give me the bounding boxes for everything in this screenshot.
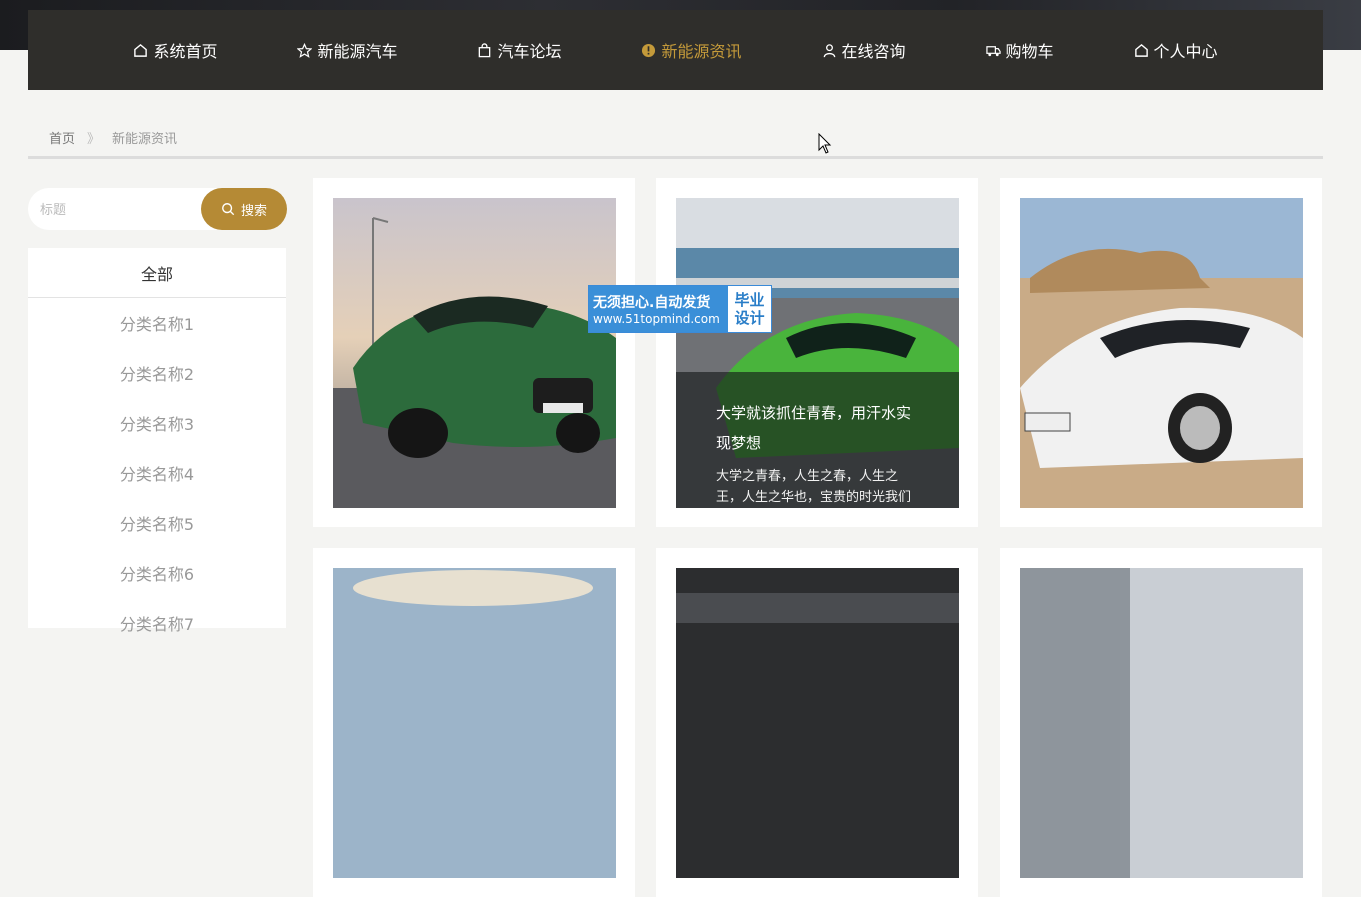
- category-item[interactable]: 分类名称3: [28, 398, 286, 448]
- category-all[interactable]: 全部: [28, 248, 286, 298]
- breadcrumb: 首页 》 新能源资讯: [28, 118, 1323, 159]
- nav-label: 在线咨询: [841, 42, 906, 61]
- category-item[interactable]: 分类名称5: [28, 498, 286, 548]
- watermark-right: 毕业设计: [728, 286, 771, 332]
- mouse-cursor-icon: [818, 133, 832, 154]
- home-icon: [134, 43, 148, 57]
- news-card[interactable]: [313, 178, 635, 527]
- news-card[interactable]: [1000, 548, 1322, 897]
- news-card[interactable]: [656, 548, 978, 897]
- news-card-hover-overlay: 大学就该抓住青春，用汗水实现梦想 大学之青春，人生之春，人生之王，人生之华也，宝…: [676, 372, 959, 508]
- nav-label: 个人中心: [1153, 42, 1218, 61]
- news-image-sky: [333, 568, 616, 878]
- category-item[interactable]: 分类名称2: [28, 348, 286, 398]
- home-icon: [1134, 43, 1148, 57]
- truck-icon: [985, 45, 1001, 56]
- news-card[interactable]: 大学就该抓住青春，用汗水实现梦想 大学之青春，人生之春，人生之王，人生之华也，宝…: [656, 178, 978, 527]
- search-bar: 搜索: [28, 188, 287, 230]
- nav-item-cars[interactable]: 新能源汽车: [297, 38, 397, 62]
- nav-item-cart[interactable]: 购物车: [985, 38, 1054, 62]
- news-image-dark: [676, 568, 959, 878]
- category-item[interactable]: 分类名称6: [28, 548, 286, 598]
- news-image-green-supercar: 大学就该抓住青春，用汗水实现梦想 大学之青春，人生之春，人生之王，人生之华也，宝…: [676, 198, 959, 508]
- news-card[interactable]: [313, 548, 635, 897]
- watermark-badge: 无须担心.自动发货 www.51topmind.com 毕业设计: [588, 285, 772, 333]
- category-item[interactable]: 分类名称1: [28, 298, 286, 348]
- category-item[interactable]: 分类名称4: [28, 448, 286, 498]
- search-button-label: 搜索: [240, 203, 267, 219]
- nav-label: 系统首页: [153, 42, 218, 61]
- bag-icon: [479, 42, 491, 57]
- star-icon: [297, 42, 313, 58]
- watermark-line2: www.51topmind.com: [593, 312, 720, 326]
- nav-item-home[interactable]: 系统首页: [133, 38, 217, 62]
- nav-item-profile[interactable]: 个人中心: [1134, 38, 1218, 62]
- user-icon: [823, 43, 835, 57]
- nav-label: 新能源汽车: [317, 42, 398, 61]
- search-button[interactable]: 搜索: [201, 188, 287, 230]
- nav-item-forum[interactable]: 汽车论坛: [477, 38, 561, 62]
- watermark-line1: 无须担心.自动发货: [593, 295, 711, 311]
- top-navbar: 系统首页 新能源汽车 汽车论坛 新能源资讯 在线咨询 购物车 个人中心: [28, 10, 1323, 90]
- nav-label: 新能源资讯: [661, 42, 742, 61]
- news-title[interactable]: 大学就该抓住青春，用汗水实现梦想: [716, 398, 916, 458]
- nav-label: 汽车论坛: [497, 42, 562, 61]
- category-item[interactable]: 分类名称7: [28, 598, 286, 648]
- breadcrumb-current: 新能源资讯: [112, 131, 178, 147]
- breadcrumb-separator: 》: [87, 131, 101, 147]
- nav-label: 购物车: [1005, 42, 1054, 61]
- news-image-white-sedan: [1020, 198, 1303, 508]
- news-summary: 大学之青春，人生之春，人生之王，人生之华也，宝贵的时光我们理当去珍惜。然而，当我…: [716, 469, 912, 505]
- category-panel: 全部 分类名称1 分类名称2 分类名称3 分类名称4 分类名称5 分类名称6 分…: [28, 248, 286, 634]
- nav-item-consult[interactable]: 在线咨询: [822, 38, 906, 62]
- news-card[interactable]: [1000, 178, 1322, 527]
- search-icon: [222, 203, 235, 216]
- breadcrumb-home[interactable]: 首页: [49, 128, 75, 147]
- search-input[interactable]: [38, 199, 202, 221]
- news-image-green-sports-car: [333, 198, 616, 508]
- news-image-building: [1020, 568, 1303, 878]
- info-icon: [642, 43, 656, 57]
- nav-item-news[interactable]: 新能源资讯: [641, 38, 742, 62]
